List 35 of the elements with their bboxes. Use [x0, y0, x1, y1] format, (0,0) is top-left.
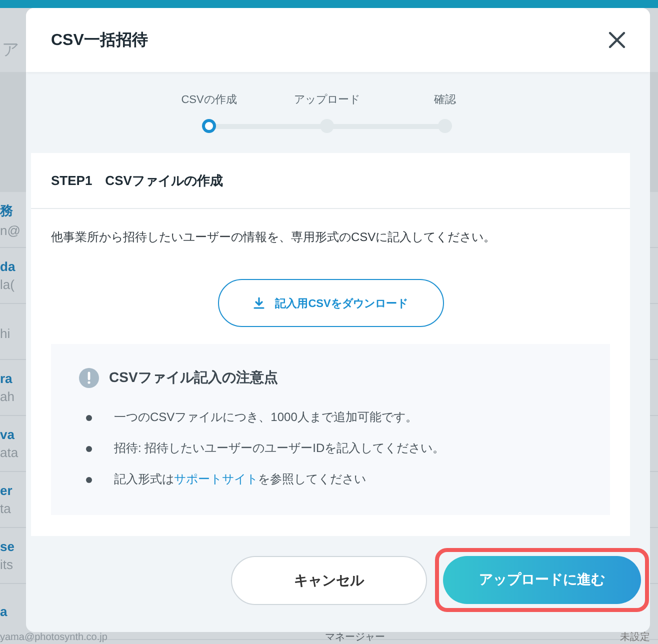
user-name: ra — [0, 371, 12, 386]
user-email: its — [0, 557, 13, 572]
role-text: マネージャー — [325, 632, 385, 644]
warning-icon — [79, 368, 99, 388]
user-email: ta — [0, 501, 11, 516]
support-site-link[interactable]: サポートサイト — [174, 472, 258, 486]
step-label: アップロード — [294, 92, 360, 108]
notice-title: CSVファイル記入の注意点 — [109, 369, 278, 387]
notice-item: 招待: 招待したいユーザーのユーザーIDを記入してください。 — [114, 440, 445, 457]
user-email: la( — [0, 277, 14, 292]
download-icon — [253, 297, 266, 309]
status-text: 未設定 — [620, 632, 650, 644]
user-email: hi — [0, 326, 10, 340]
user-name: a — [0, 604, 8, 619]
user-name: da — [0, 259, 16, 274]
description-text: 他事業所から招待したいユーザーの情報を、専用形式のCSVに記入してください。 — [51, 229, 497, 246]
user-email: ah — [0, 389, 14, 404]
notice-item: 記入形式はサポートサイト を参照してください — [114, 471, 366, 488]
close-icon[interactable] — [608, 31, 626, 49]
user-email: ata — [0, 445, 18, 460]
user-name: se — [0, 539, 14, 554]
step-label: 確認 — [434, 93, 456, 108]
download-button[interactable]: 記入用CSVをダウンロード — [218, 279, 444, 327]
upload-next-button[interactable]: アップロードに進む — [443, 556, 641, 604]
card-heading: STEP1 CSVファイルの作成 — [51, 172, 223, 190]
cancel-button[interactable]: キャンセル — [231, 556, 427, 605]
user-email: yama@photosynth.co.jp — [0, 632, 108, 644]
user-name: 務 — [0, 202, 13, 220]
user-email: n@ — [0, 222, 20, 238]
notice-item: 一つのCSVファイルにつき、1000人まで追加可能です。 — [114, 409, 418, 426]
modal-title: CSV一括招待 — [51, 30, 148, 50]
user-name: er — [0, 483, 12, 498]
search-field[interactable]: ア — [2, 38, 26, 60]
step-label: CSVの作成 — [181, 93, 237, 108]
user-name: va — [0, 427, 14, 442]
